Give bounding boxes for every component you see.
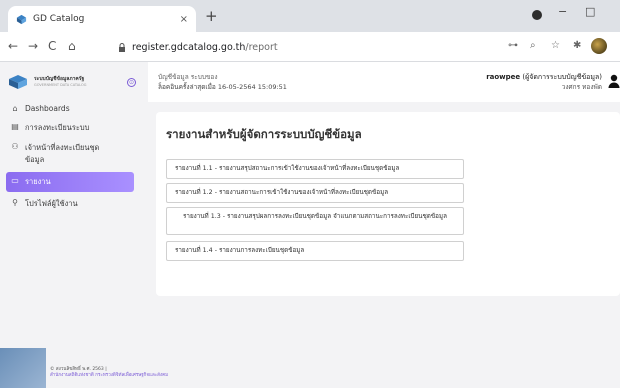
user-organization: วงศกร ทองพัด [561,83,602,91]
main-content: บัญชีข้อมูล ระบบของ ล็อคอินครั้งล่าสุดเม… [148,62,620,388]
report-button-1-3[interactable]: รายงานที่ 1.3 - รายงานสรุปผลการลงทะเบียน… [166,207,464,235]
user-role: (ผู้จัดการระบบบัญชีข้อมูล) [522,73,602,81]
app-area: ระบบบัญชีข้อมูลภาครัฐ GOVERNMENT DATA CA… [0,62,620,388]
report-button-1-1[interactable]: รายงานที่ 1.1 - รายงานสรุปสถานะการเข้าใช… [166,159,464,179]
user-add-icon: ⚇ [11,142,19,151]
sidebar-item-dashboards[interactable]: ⌂ Dashboards [0,100,142,118]
profile-avatar-icon[interactable] [591,38,607,54]
home-button[interactable]: ⌂ [68,39,76,53]
url-path: /report [245,41,278,53]
maximize-button[interactable]: □ [585,5,595,18]
brand: ระบบบัญชีข้อมูลภาครัฐ GOVERNMENT DATA CA… [8,72,136,92]
key-icon[interactable]: ⊶ [508,40,518,51]
sidebar-toggle-icon[interactable]: ⊙ [127,77,136,87]
sidebar-item-dataset-officers[interactable]: ⚇ เจ้าหน้าที่ลงทะเบียนชุดข้อมูล [0,138,142,170]
user-avatar-icon[interactable] [608,74,620,88]
forward-button[interactable]: → [28,39,38,53]
profile-indicator-icon[interactable] [532,10,542,20]
gd-catalog-favicon-icon [16,14,27,24]
sidebar-item-label: Dashboards [25,104,70,113]
sidebar-item-label: เจ้าหน้าที่ลงทะเบียนชุดข้อมูล [25,143,100,164]
sidebar-item-system-registration[interactable]: ▤ การลงทะเบียนระบบ [0,118,142,138]
report-icon: ▭ [11,176,19,185]
last-login: ล็อคอินครั้งล่าสุดเมื่อ 16-05-2564 15:09… [158,83,287,91]
sidebar-nav: ⌂ Dashboards ▤ การลงทะเบียนระบบ ⚇ เจ้าหน… [0,100,142,214]
sidebar-item-reports[interactable]: ▭ รายงาน [6,172,134,192]
page-title: รายงานสำหรับผู้จัดการระบบบัญชีข้อมูล [166,127,362,141]
sidebar-item-label: รายงาน [25,177,51,186]
sidebar-item-label: การลงทะเบียนระบบ [25,123,90,132]
back-button[interactable]: ← [8,39,18,53]
browser-tab[interactable]: GD Catalog × [8,6,196,32]
system-name: บัญชีข้อมูล ระบบของ [158,73,218,81]
new-tab-button[interactable]: + [205,7,218,25]
sidebar: ระบบบัญชีข้อมูลภาครัฐ GOVERNMENT DATA CA… [0,62,168,388]
sidebar-item-label: โปรไฟล์ผู้ใช้งาน [25,199,78,208]
decorative-image [0,348,46,388]
report-card: รายงานสำหรับผู้จัดการระบบบัญชีข้อมูล ราย… [156,112,620,296]
report-button-1-4[interactable]: รายงานที่ 1.4 - รายงานการลงทะเบียนชุดข้อ… [166,241,464,261]
url-host: register.gdcatalog.go.th [132,41,246,53]
registration-icon: ▤ [11,122,19,131]
report-button-1-2[interactable]: รายงานที่ 1.2 - รายงานสถานะการเข้าใช้งาน… [166,183,464,203]
sidebar-item-user-profile[interactable]: ⚲ โปรไฟล์ผู้ใช้งาน [0,194,142,214]
bookmark-star-icon[interactable]: ☆ [551,40,560,51]
username: raowpee [486,73,521,81]
home-icon: ⌂ [12,104,18,113]
gd-catalog-logo-icon [9,75,27,89]
minimize-button[interactable]: − [558,5,567,18]
reload-button[interactable]: C [48,39,56,53]
user-icon: ⚲ [12,198,18,207]
lock-icon [119,42,125,52]
tab-close-icon[interactable]: × [180,14,188,25]
extensions-puzzle-icon[interactable]: ✱ [573,40,581,51]
url-field[interactable]: register.gdcatalog.go.th/report [112,36,532,58]
brand-text: ระบบบัญชีข้อมูลภาครัฐ GOVERNMENT DATA CA… [34,76,127,88]
tab-title: GD Catalog [33,14,85,24]
top-header: บัญชีข้อมูล ระบบของ ล็อคอินครั้งล่าสุดเม… [148,62,620,102]
zoom-icon[interactable]: ⌕ [530,40,536,51]
browser-tab-strip: GD Catalog × + − □ [0,0,620,32]
address-bar-row: ← → C ⌂ register.gdcatalog.go.th/report … [0,32,620,62]
brand-subtitle: GOVERNMENT DATA CATALOG [34,83,87,87]
